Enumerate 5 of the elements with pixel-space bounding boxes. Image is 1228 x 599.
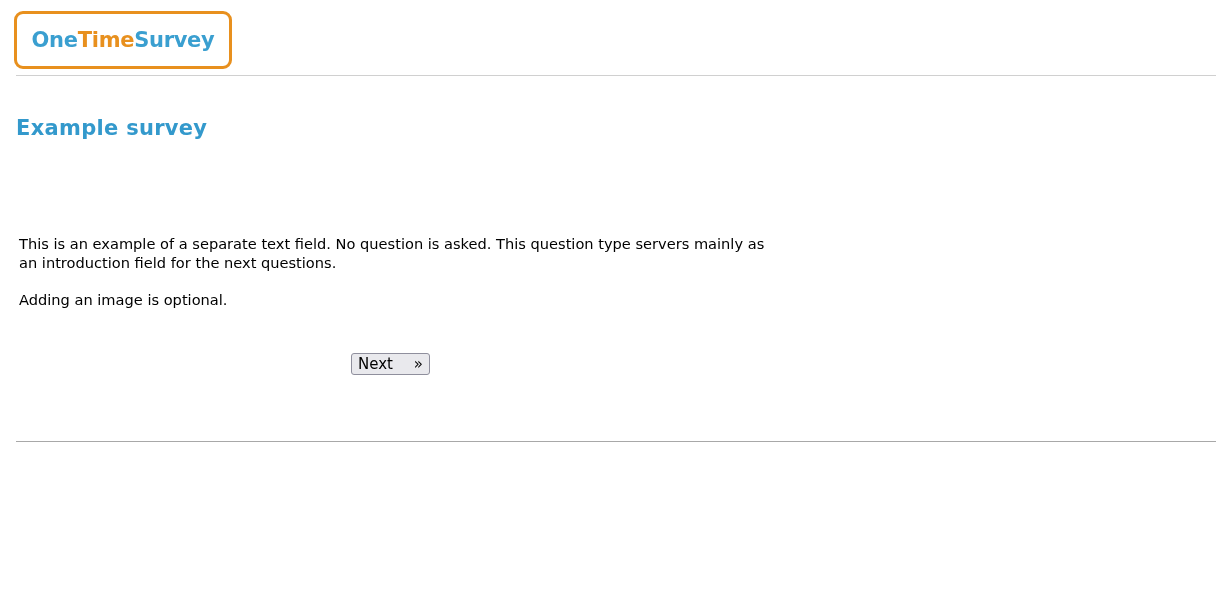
- logo: OneTimeSurvey: [14, 11, 232, 69]
- next-button[interactable]: Next »: [351, 353, 430, 375]
- intro-text: This is an example of a separate text field. No question is asked. This question type servers mainly as an introduction field for the next questions.: [19, 234, 766, 272]
- intro-text: Adding an image is optional.: [19, 290, 229, 309]
- survey-title: Example survey: [16, 116, 209, 140]
